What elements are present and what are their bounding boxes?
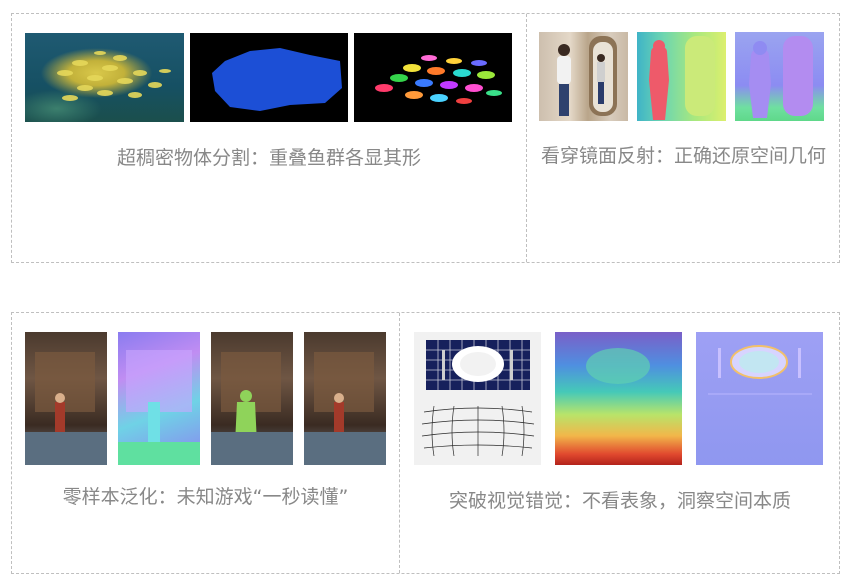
panel-divider bbox=[526, 14, 527, 262]
plate-normal-map bbox=[696, 332, 823, 465]
game-segmentation bbox=[211, 332, 293, 465]
visual-illusion-caption: 突破视觉错觉：不看表象，洞察空间本质 bbox=[448, 490, 791, 512]
plate-depth-map bbox=[555, 332, 682, 465]
mirror-depth-map bbox=[637, 32, 726, 121]
game-scene-photo bbox=[25, 332, 107, 465]
mirror-photo bbox=[539, 32, 628, 121]
mirror-geometry-caption: 看穿镜面反射：正确还原空间几何 bbox=[540, 145, 826, 167]
fish-binary-mask bbox=[190, 33, 348, 122]
plate-photo bbox=[414, 332, 541, 465]
fish-school-photo bbox=[25, 33, 184, 122]
dense-segmentation-caption: 超稠密物体分割：重叠鱼群各显其形 bbox=[116, 147, 421, 169]
feature-row-2: 零样本泛化：未知游戏“一秒读懂” 突破视觉错觉：不看表象，洞察空间本质 bbox=[11, 312, 840, 574]
feature-row-1: 超稠密物体分割：重叠鱼群各显其形 看穿镜面反射：正确还原空间几何 bbox=[11, 13, 840, 263]
zero-shot-game-caption: 零样本泛化：未知游戏“一秒读懂” bbox=[62, 486, 349, 508]
fish-instance-masks bbox=[354, 33, 512, 122]
panel-divider bbox=[399, 313, 400, 573]
game-normal-map bbox=[118, 332, 200, 465]
game-reconstruction bbox=[304, 332, 386, 465]
mirror-normal-map bbox=[735, 32, 824, 121]
